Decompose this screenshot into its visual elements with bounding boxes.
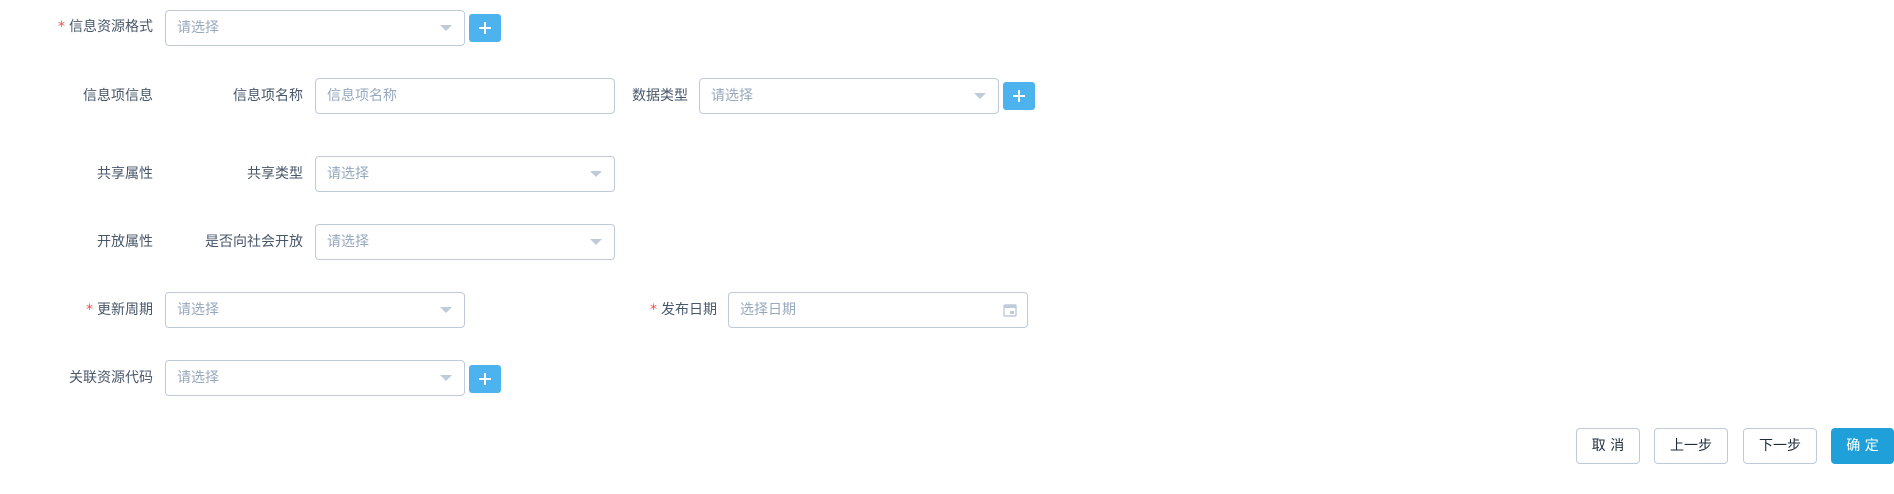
chevron-down-icon [590, 171, 602, 177]
required-mark: * [650, 302, 657, 318]
plus-icon [479, 22, 491, 34]
info-item-name-label: 信息项名称 [233, 88, 303, 104]
publish-date-picker[interactable]: 选择日期 [728, 292, 1028, 328]
chevron-down-icon [440, 25, 452, 31]
related-resource-code-select[interactable]: 请选择 [165, 360, 465, 396]
plus-icon [1013, 90, 1025, 102]
add-info-item-button[interactable] [1003, 82, 1035, 110]
date-placeholder: 选择日期 [740, 302, 796, 318]
chevron-down-icon [974, 93, 986, 99]
select-placeholder: 请选择 [177, 20, 219, 36]
info-resource-format-label: * 信息资源格式 [58, 19, 153, 35]
select-placeholder: 请选择 [177, 302, 219, 318]
calendar-icon[interactable] [1003, 303, 1017, 317]
add-info-resource-format-button[interactable] [469, 14, 501, 42]
cancel-button[interactable]: 取 消 [1576, 428, 1640, 464]
share-type-label: 共享类型 [247, 166, 303, 182]
open-section-label: 开放属性 [97, 234, 153, 250]
share-section-label: 共享属性 [97, 166, 153, 182]
info-item-section-label: 信息项信息 [83, 88, 153, 104]
open-to-public-label: 是否向社会开放 [205, 234, 303, 250]
publish-date-label: * 发布日期 [650, 302, 717, 318]
plus-icon [479, 373, 491, 385]
input-placeholder: 信息项名称 [327, 88, 397, 104]
select-placeholder: 请选择 [327, 234, 369, 250]
data-type-select[interactable]: 请选择 [699, 78, 999, 114]
select-placeholder: 请选择 [327, 166, 369, 182]
next-step-button[interactable]: 下一步 [1743, 428, 1817, 464]
required-mark: * [86, 302, 93, 318]
confirm-button[interactable]: 确 定 [1831, 428, 1894, 464]
select-placeholder: 请选择 [711, 88, 753, 104]
data-type-label: 数据类型 [632, 88, 688, 104]
info-item-name-input[interactable]: 信息项名称 [315, 78, 615, 114]
share-type-select[interactable]: 请选择 [315, 156, 615, 192]
open-to-public-select[interactable]: 请选择 [315, 224, 615, 260]
select-placeholder: 请选择 [177, 370, 219, 386]
chevron-down-icon [590, 239, 602, 245]
update-cycle-label: * 更新周期 [86, 302, 153, 318]
add-related-resource-button[interactable] [469, 365, 501, 393]
related-resource-code-label: 关联资源代码 [69, 370, 153, 386]
chevron-down-icon [440, 307, 452, 313]
chevron-down-icon [440, 375, 452, 381]
prev-step-button[interactable]: 上一步 [1654, 428, 1728, 464]
info-resource-format-select[interactable]: 请选择 [165, 10, 465, 46]
update-cycle-select[interactable]: 请选择 [165, 292, 465, 328]
required-mark: * [58, 19, 65, 35]
